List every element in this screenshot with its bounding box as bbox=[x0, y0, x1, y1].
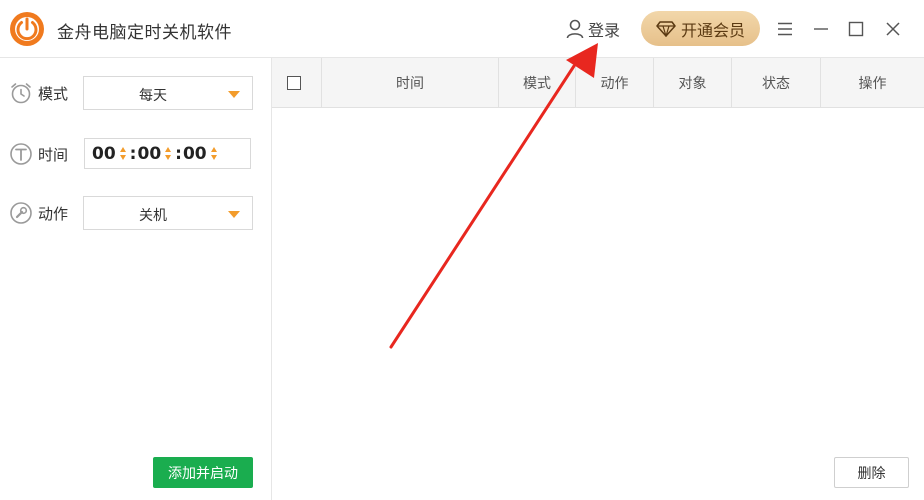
column-mode: 模式 bbox=[499, 58, 576, 108]
action-select[interactable]: 关机 bbox=[83, 196, 253, 230]
table-header: 时间 模式 动作 对象 状态 操作 bbox=[272, 58, 924, 108]
chevron-down-icon bbox=[228, 91, 240, 98]
action-row: 动作 bbox=[8, 196, 78, 230]
close-button[interactable] bbox=[880, 16, 906, 42]
add-and-start-button[interactable]: 添加并启动 bbox=[153, 457, 253, 488]
chevron-down-icon bbox=[228, 211, 240, 218]
timer-icon bbox=[8, 141, 34, 167]
close-icon bbox=[886, 22, 900, 36]
alarm-clock-icon bbox=[8, 80, 34, 106]
column-action: 动作 bbox=[576, 58, 654, 108]
user-icon bbox=[566, 19, 584, 39]
delete-button[interactable]: 删除 bbox=[834, 457, 909, 488]
settings-panel: 模式 每天 时间 00 : 00 : 00 动作 关机 添加并启动 bbox=[0, 58, 272, 500]
column-target: 对象 bbox=[654, 58, 732, 108]
minimize-icon bbox=[814, 28, 828, 30]
maximize-button[interactable] bbox=[843, 16, 869, 42]
select-all-cell bbox=[272, 58, 322, 108]
arrow-up-icon bbox=[165, 147, 172, 152]
time-separator: : bbox=[129, 143, 137, 164]
column-status: 状态 bbox=[732, 58, 821, 108]
minute-spinner[interactable] bbox=[163, 143, 173, 165]
vip-label: 开通会员 bbox=[680, 20, 745, 40]
diamond-icon bbox=[656, 20, 676, 37]
column-operation: 操作 bbox=[858, 76, 887, 92]
vip-button[interactable]: 开通会员 bbox=[641, 11, 760, 46]
hour-field[interactable]: 00 bbox=[92, 144, 116, 164]
wrench-icon bbox=[8, 200, 34, 226]
login-button[interactable]: 登录 bbox=[566, 16, 620, 42]
arrow-down-icon bbox=[165, 155, 172, 160]
arrow-down-icon bbox=[119, 155, 126, 160]
hour-spinner[interactable] bbox=[118, 143, 128, 165]
time-separator: : bbox=[175, 143, 182, 164]
power-logo-icon bbox=[10, 12, 44, 46]
title-bar: 金舟电脑定时关机软件 登录 开通会员 bbox=[0, 0, 924, 58]
arrow-up-icon bbox=[119, 147, 126, 152]
select-all-checkbox[interactable] bbox=[287, 76, 301, 90]
time-row: 时间 bbox=[8, 137, 78, 171]
maximize-icon bbox=[848, 21, 864, 37]
minimize-button[interactable] bbox=[808, 16, 834, 42]
arrow-down-icon bbox=[210, 155, 217, 160]
time-label: 时间 bbox=[38, 145, 69, 164]
column-time: 时间 bbox=[322, 58, 499, 108]
hamburger-menu-icon bbox=[778, 22, 792, 36]
mode-value: 每天 bbox=[139, 88, 167, 104]
action-value: 关机 bbox=[139, 208, 167, 224]
action-label: 动作 bbox=[38, 204, 69, 223]
task-table: 时间 模式 动作 对象 状态 操作 删除 bbox=[272, 58, 924, 500]
second-spinner[interactable] bbox=[209, 143, 219, 165]
app-title: 金舟电脑定时关机软件 bbox=[57, 23, 232, 43]
mode-select[interactable]: 每天 bbox=[83, 76, 253, 110]
arrow-up-icon bbox=[210, 147, 217, 152]
second-field[interactable]: 00 bbox=[183, 144, 207, 164]
time-input: 00 : 00 : 00 bbox=[84, 138, 251, 169]
minute-field[interactable]: 00 bbox=[137, 144, 161, 164]
mode-row: 模式 bbox=[8, 76, 78, 110]
login-label: 登录 bbox=[588, 21, 621, 40]
menu-button[interactable] bbox=[772, 16, 798, 42]
mode-label: 模式 bbox=[38, 84, 69, 103]
